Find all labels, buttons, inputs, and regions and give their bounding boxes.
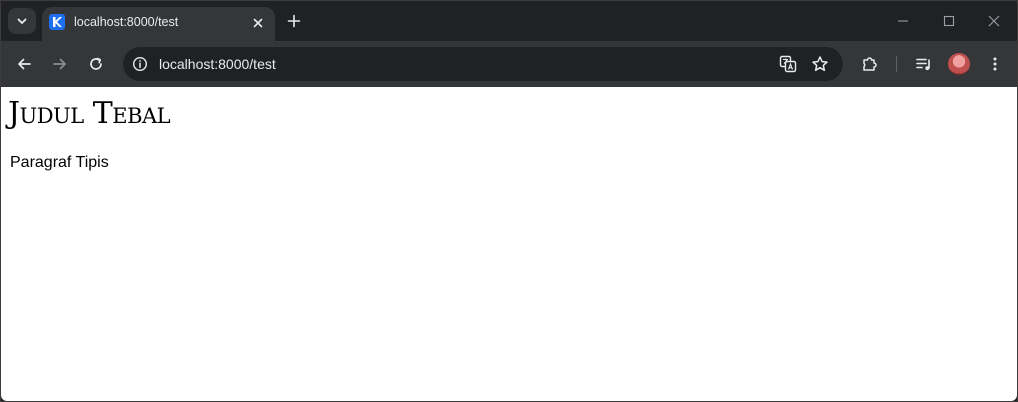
reload-icon	[88, 56, 104, 72]
address-bar[interactable]: localhost:8000/test	[123, 47, 843, 81]
tab-search-button[interactable]	[8, 8, 36, 34]
media-controls-button[interactable]	[910, 50, 938, 78]
new-tab-button[interactable]	[282, 9, 306, 33]
url-text[interactable]: localhost:8000/test	[159, 56, 276, 72]
tab-strip: localhost:8000/test	[1, 1, 1017, 41]
back-button[interactable]	[10, 50, 38, 78]
translate-icon	[779, 55, 797, 73]
browser-window: localhost:8000/test localhost:8000/test …	[0, 0, 1018, 402]
page-heading: Judul Tebal	[8, 96, 171, 131]
site-info-button[interactable]	[131, 55, 149, 73]
active-tab[interactable]: localhost:8000/test	[42, 7, 275, 41]
forward-button[interactable]	[46, 50, 74, 78]
translate-button[interactable]	[777, 53, 799, 75]
close-icon	[988, 15, 1000, 27]
reload-button[interactable]	[82, 50, 110, 78]
tab-close-button[interactable]	[248, 13, 268, 33]
more-vert-icon	[987, 56, 1003, 72]
avatar[interactable]	[948, 53, 970, 75]
arrow-right-icon	[52, 56, 68, 72]
arrow-left-icon	[16, 56, 32, 72]
info-icon	[132, 56, 148, 72]
star-icon	[811, 55, 829, 73]
plus-icon	[287, 14, 301, 28]
brand-k-icon	[49, 14, 65, 30]
close-window-button[interactable]	[972, 7, 1016, 35]
chevron-down-icon	[16, 15, 28, 27]
maximize-button[interactable]	[927, 7, 971, 35]
bookmark-button[interactable]	[809, 53, 831, 75]
extensions-button[interactable]	[856, 50, 884, 78]
minimize-button[interactable]	[881, 7, 925, 35]
minimize-icon	[897, 15, 909, 27]
browser-toolbar: localhost:8000/test	[1, 41, 1017, 87]
puzzle-icon	[861, 55, 879, 73]
page-paragraph: Paragraf Tipis	[10, 154, 109, 171]
page-viewport: Judul Tebal Paragraf Tipis	[1, 87, 1017, 401]
tab-title: localhost:8000/test	[74, 15, 179, 29]
close-icon	[253, 18, 263, 28]
playlist-icon	[915, 55, 933, 73]
menu-button[interactable]	[981, 50, 1009, 78]
maximize-icon	[943, 15, 955, 27]
toolbar-separator	[896, 56, 897, 72]
